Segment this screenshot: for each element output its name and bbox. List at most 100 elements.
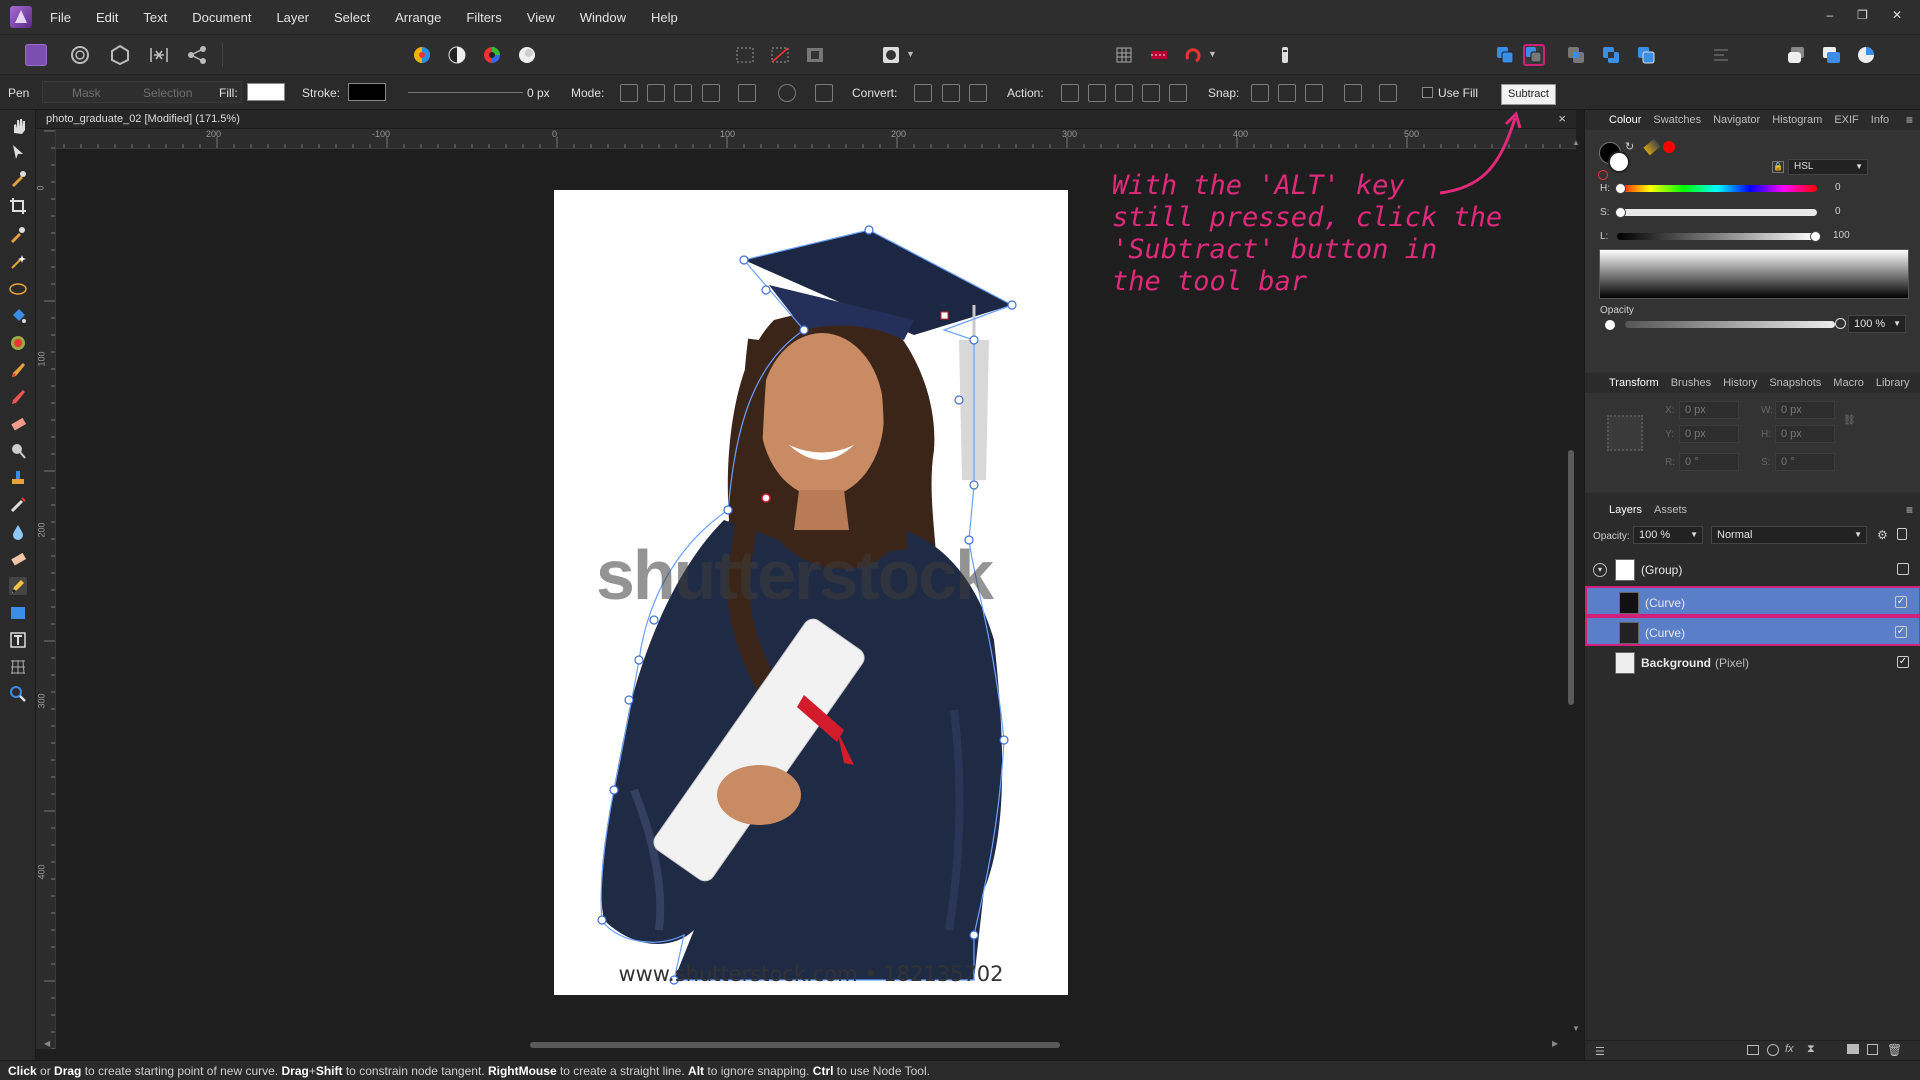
mesh-warp-tool-icon[interactable] bbox=[9, 658, 27, 676]
scroll-left-icon[interactable]: ◀ bbox=[44, 1039, 50, 1048]
menu-file[interactable]: File bbox=[50, 10, 71, 25]
use-fill-checkbox[interactable] bbox=[1422, 87, 1433, 98]
scroll-down-icon[interactable]: ▼ bbox=[1572, 1024, 1580, 1033]
shear-field[interactable]: 0 ° bbox=[1775, 453, 1835, 471]
snap-geometry-icon[interactable] bbox=[1379, 84, 1397, 102]
snap-control-handles-icon[interactable] bbox=[1251, 84, 1269, 102]
live-filter-icon[interactable]: ⧗ bbox=[1807, 1043, 1815, 1056]
fx-icon[interactable]: fx bbox=[1785, 1043, 1794, 1055]
hue-slider[interactable] bbox=[1615, 183, 1817, 194]
tab-assets[interactable]: Assets bbox=[1654, 504, 1687, 516]
smooth-curve-icon[interactable] bbox=[1115, 84, 1133, 102]
smart-mode-icon[interactable] bbox=[647, 84, 665, 102]
layer-visibility-checkbox[interactable]: ✓ bbox=[1895, 626, 1907, 638]
scroll-up-icon[interactable]: ▲ bbox=[1572, 138, 1580, 147]
layer-visibility-checkbox[interactable]: ✓ bbox=[1895, 596, 1907, 608]
chevron-down-icon[interactable]: ▼ bbox=[906, 49, 916, 71]
menu-filters[interactable]: Filters bbox=[466, 10, 501, 25]
reverse-curve-icon[interactable] bbox=[1169, 84, 1187, 102]
h-value[interactable]: 0 bbox=[1835, 182, 1841, 193]
transform-mode-icon[interactable] bbox=[778, 84, 796, 102]
mask-mode-button[interactable]: Mask bbox=[72, 86, 101, 100]
add-icon[interactable] bbox=[1494, 44, 1516, 66]
auto-contrast-icon[interactable] bbox=[446, 44, 468, 66]
document-photo[interactable]: shutterstock www.shutterstock.com • 1821… bbox=[554, 190, 1068, 995]
zoom-tool-icon[interactable] bbox=[9, 685, 27, 703]
auto-colours-icon[interactable] bbox=[481, 44, 503, 66]
colour-picker-icon[interactable] bbox=[1643, 138, 1661, 156]
pen-tool-icon[interactable] bbox=[9, 577, 27, 595]
menu-select[interactable]: Select bbox=[334, 10, 370, 25]
tab-history[interactable]: History bbox=[1723, 377, 1757, 389]
paint-brush-tool-icon[interactable] bbox=[9, 361, 27, 379]
layer-row-group[interactable]: ▾ (Group) bbox=[1585, 555, 1920, 585]
tab-brushes[interactable]: Brushes bbox=[1671, 377, 1711, 389]
menu-view[interactable]: View bbox=[527, 10, 555, 25]
adjustment-layer-icon[interactable] bbox=[1767, 1044, 1779, 1056]
break-curve-icon[interactable] bbox=[1061, 84, 1079, 102]
document-tab[interactable]: photo_graduate_02 [Modified] (171.5%) × bbox=[36, 110, 1576, 129]
divide-icon[interactable] bbox=[1635, 44, 1657, 66]
add-pixel-layer-icon[interactable] bbox=[1867, 1044, 1878, 1055]
intersect-icon[interactable] bbox=[1565, 44, 1587, 66]
tab-layers[interactable]: Layers bbox=[1609, 504, 1642, 516]
snap-node-icon[interactable] bbox=[1344, 84, 1362, 102]
layer-visibility-checkbox[interactable]: ✓ bbox=[1897, 656, 1909, 668]
opacity-slider-knob[interactable] bbox=[1835, 318, 1846, 329]
liquify-persona-icon[interactable] bbox=[69, 44, 91, 66]
tab-navigator[interactable]: Navigator bbox=[1713, 114, 1760, 126]
quick-mask-icon[interactable] bbox=[880, 44, 902, 66]
restore-button[interactable]: ❐ bbox=[1857, 8, 1868, 22]
tab-info[interactable]: Info bbox=[1871, 114, 1889, 126]
l-value[interactable]: 100 bbox=[1833, 230, 1850, 241]
deselect-icon[interactable] bbox=[769, 44, 791, 66]
close-curve-icon[interactable] bbox=[1088, 84, 1106, 102]
s-value[interactable]: 0 bbox=[1835, 206, 1841, 217]
tab-colour[interactable]: Colour bbox=[1609, 114, 1641, 126]
lock-icon[interactable]: 🔒 bbox=[1772, 161, 1784, 173]
color-picker-tool-icon[interactable] bbox=[9, 170, 27, 188]
flood-fill-tool-icon[interactable] bbox=[9, 307, 27, 325]
blur-brush-tool-icon[interactable] bbox=[9, 523, 27, 541]
flood-select-tool-icon[interactable] bbox=[9, 253, 27, 271]
menu-document[interactable]: Document bbox=[192, 10, 251, 25]
picked-colour-swatch[interactable] bbox=[1663, 141, 1675, 153]
photo-persona-icon[interactable] bbox=[25, 44, 47, 66]
tab-library[interactable]: Library bbox=[1876, 377, 1910, 389]
tab-swatches[interactable]: Swatches bbox=[1653, 114, 1701, 126]
tone-mapping-persona-icon[interactable] bbox=[148, 44, 170, 66]
h-field[interactable]: 0 px bbox=[1775, 425, 1835, 443]
blend-mode-select[interactable]: Normal ▼ bbox=[1711, 526, 1867, 544]
snap-tangent-icon[interactable] bbox=[1305, 84, 1323, 102]
saturation-slider[interactable] bbox=[1615, 207, 1817, 218]
layer-visibility-checkbox[interactable] bbox=[1897, 563, 1909, 575]
menu-layer[interactable]: Layer bbox=[276, 10, 309, 25]
anchor-point-grid-icon[interactable] bbox=[1607, 415, 1643, 451]
dodge-brush-tool-icon[interactable] bbox=[9, 442, 27, 460]
stroke-width-value[interactable]: 0 px bbox=[527, 86, 550, 100]
add-group-icon[interactable] bbox=[1847, 1044, 1859, 1054]
mixer-brush-tool-icon[interactable] bbox=[9, 388, 27, 406]
invert-selection-icon[interactable] bbox=[804, 44, 826, 66]
join-curves-icon[interactable] bbox=[1142, 84, 1160, 102]
line-mode-icon[interactable] bbox=[702, 84, 720, 102]
fill-colour-well[interactable] bbox=[1608, 151, 1630, 173]
gradient-tool-icon[interactable] bbox=[9, 334, 27, 352]
mask-layer-icon[interactable] bbox=[1747, 1045, 1759, 1055]
auto-levels-icon[interactable] bbox=[411, 44, 433, 66]
layer-row-curve-2[interactable]: (Curve) ✓ bbox=[1585, 616, 1920, 646]
close-window-button[interactable]: ✕ bbox=[1892, 8, 1902, 22]
selection-mode-button[interactable]: Selection bbox=[143, 86, 192, 100]
snap-curve-icon[interactable] bbox=[1278, 84, 1296, 102]
curve-selection-icon[interactable] bbox=[738, 84, 756, 102]
develop-persona-icon[interactable] bbox=[109, 44, 131, 66]
tab-exif[interactable]: EXIF bbox=[1834, 114, 1858, 126]
stroke-width-slider[interactable] bbox=[408, 92, 523, 93]
artistic-text-tool-icon[interactable] bbox=[9, 631, 27, 649]
trash-icon[interactable]: 🗑 bbox=[1887, 1043, 1902, 1057]
sponge-brush-tool-icon[interactable] bbox=[9, 550, 27, 568]
colour-model-select[interactable]: HSL ▼ bbox=[1788, 159, 1868, 175]
layer-row-curve-1[interactable]: (Curve) ✓ bbox=[1585, 586, 1920, 616]
subtract-button[interactable] bbox=[1523, 44, 1545, 66]
lightness-slider[interactable] bbox=[1617, 231, 1821, 242]
